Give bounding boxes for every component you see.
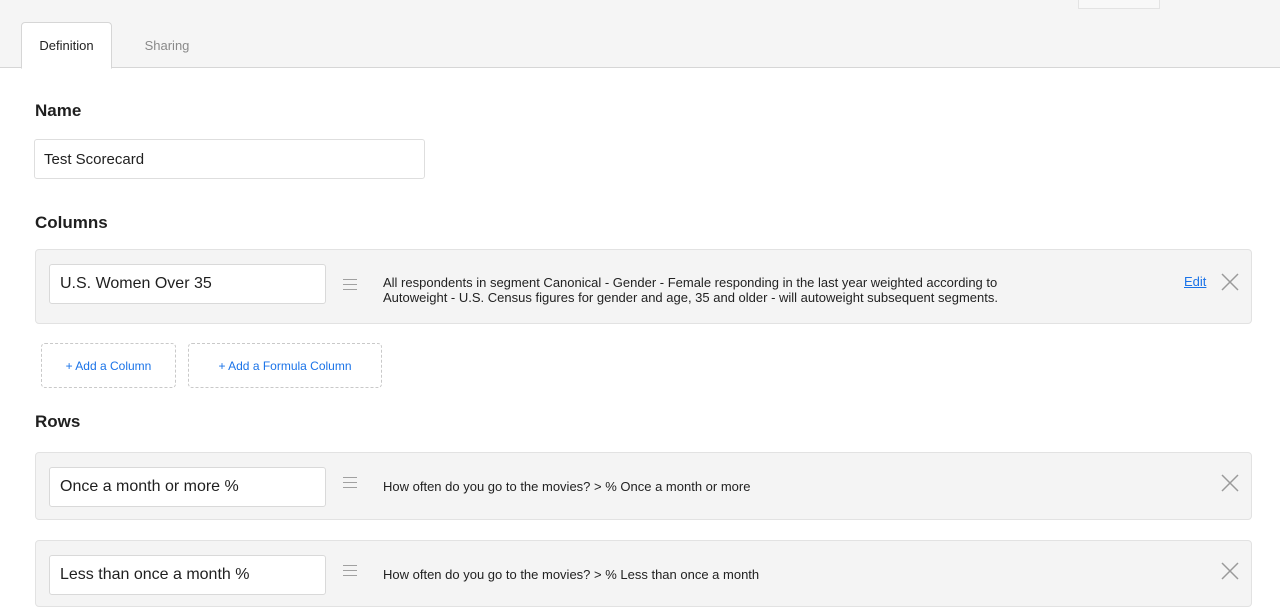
tab-bar: Definition Sharing: [0, 0, 1280, 69]
close-icon[interactable]: [1220, 561, 1240, 581]
row-name-input[interactable]: [49, 555, 326, 595]
drag-handle-icon[interactable]: [343, 279, 357, 291]
edit-column-link[interactable]: Edit: [1184, 274, 1206, 289]
column-description-line-1: All respondents in segment Canonical - G…: [383, 275, 998, 290]
add-formula-column-button[interactable]: + Add a Formula Column: [188, 343, 382, 388]
tab-definition[interactable]: Definition: [21, 22, 112, 69]
column-item: All respondents in segment Canonical - G…: [35, 249, 1252, 324]
column-description-line-2: Autoweight - U.S. Census figures for gen…: [383, 290, 998, 305]
name-heading: Name: [35, 101, 82, 120]
rows-heading: Rows: [35, 412, 81, 431]
column-description: All respondents in segment Canonical - G…: [383, 275, 998, 305]
drag-handle-icon[interactable]: [343, 477, 357, 489]
columns-heading: Columns: [35, 213, 108, 232]
add-column-button[interactable]: + Add a Column: [41, 343, 176, 388]
scorecard-name-input[interactable]: [34, 139, 425, 179]
row-description: How often do you go to the movies? > % L…: [383, 567, 760, 582]
close-icon[interactable]: [1220, 272, 1240, 292]
row-item: How often do you go to the movies? > % O…: [35, 452, 1252, 520]
toolbar-notch: [1078, 0, 1160, 9]
drag-handle-icon[interactable]: [343, 565, 357, 577]
row-description: How often do you go to the movies? > % O…: [383, 479, 751, 494]
column-name-input[interactable]: [49, 264, 326, 304]
row-name-input[interactable]: [49, 467, 326, 507]
tab-sharing[interactable]: Sharing: [126, 22, 208, 69]
row-item: How often do you go to the movies? > % L…: [35, 540, 1252, 607]
close-icon[interactable]: [1220, 473, 1240, 493]
